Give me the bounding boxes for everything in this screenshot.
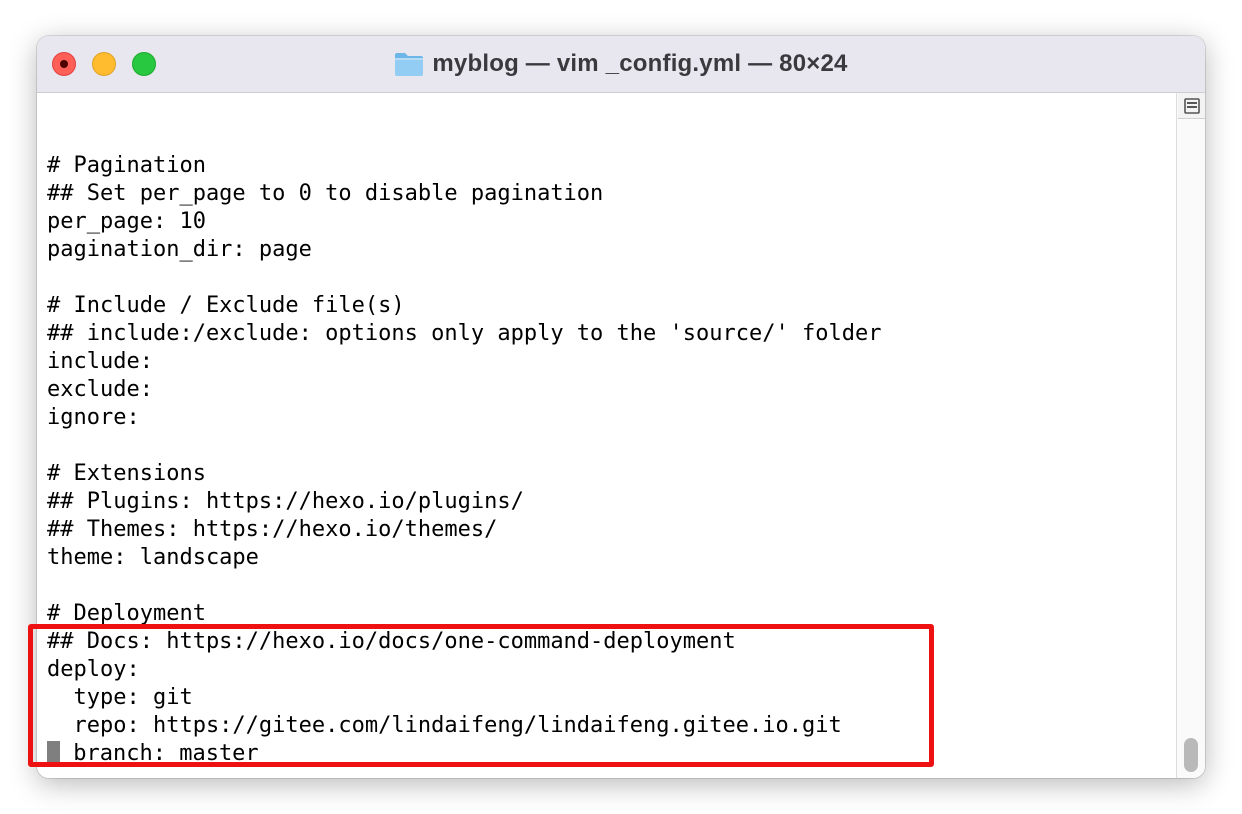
terminal-line: # Deployment (47, 601, 206, 626)
terminal-line: ## Set per_page to 0 to disable paginati… (47, 181, 604, 206)
window-title-group: myblog — vim _config.yml — 80×24 (37, 36, 1205, 92)
terminal-line: ignore: (47, 405, 140, 430)
terminal-line: theme: landscape (47, 545, 259, 570)
terminal-line: # Extensions (47, 461, 206, 486)
terminal-line: ## Plugins: https://hexo.io/plugins/ (47, 489, 524, 514)
terminal-line-text: branch: master (60, 741, 259, 766)
terminal-line: exclude: (47, 377, 153, 402)
terminal-cursor-line: branch: master (47, 740, 881, 768)
terminal-line: # Pagination (47, 153, 206, 178)
terminal-line: per_page: 10 (47, 209, 206, 234)
scroll-thumb[interactable] (1184, 738, 1198, 772)
title-bar[interactable]: myblog — vim _config.yml — 80×24 (37, 36, 1205, 93)
terminal-content[interactable]: # Pagination ## Set per_page to 0 to dis… (37, 93, 1176, 778)
terminal-text[interactable]: # Pagination ## Set per_page to 0 to dis… (47, 124, 881, 768)
split-pane-button[interactable] (1178, 93, 1205, 119)
split-pane-icon (1184, 98, 1200, 114)
text-cursor (47, 741, 60, 765)
terminal-line: ## include:/exclude: options only apply … (47, 321, 882, 346)
terminal-line: ## Themes: https://hexo.io/themes/ (47, 517, 498, 542)
window-title: myblog — vim _config.yml — 80×24 (432, 50, 848, 77)
vertical-scrollbar[interactable] (1176, 93, 1205, 778)
terminal-line: include: (47, 349, 153, 374)
terminal-line: type: git (47, 685, 193, 710)
terminal-line: deploy: (47, 657, 140, 682)
terminal-line: repo: https://gitee.com/lindaifeng/linda… (47, 713, 842, 738)
terminal-line: pagination_dir: page (47, 237, 312, 262)
folder-icon (395, 53, 424, 76)
terminal-window: myblog — vim _config.yml — 80×24 # Pagin… (37, 36, 1205, 778)
terminal-line: # Include / Exclude file(s) (47, 293, 405, 318)
terminal-line: ## Docs: https://hexo.io/docs/one-comman… (47, 629, 736, 654)
